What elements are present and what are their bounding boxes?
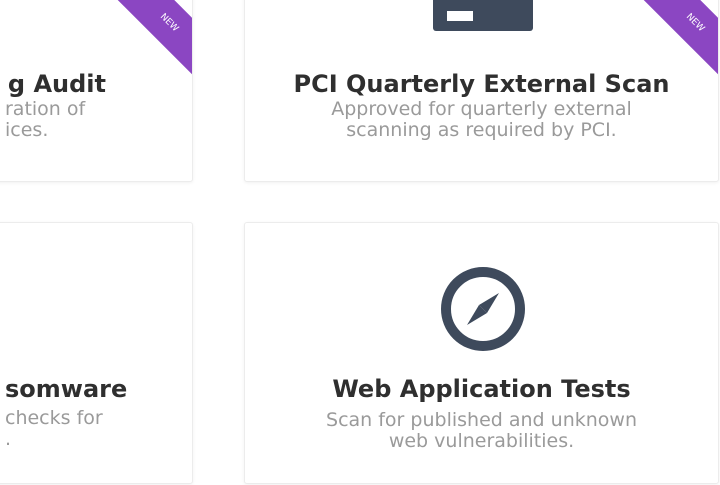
card-description: ration of ices. (0, 99, 192, 141)
card-description-line: checks for (5, 407, 103, 429)
template-card-ransomware[interactable]: somware checks for . (0, 222, 193, 484)
template-card-pci-quarterly-external-scan[interactable]: NEW PCI Quarterly External Scan Approved… (244, 0, 719, 182)
card-description-line: . (5, 428, 12, 450)
card-description-line: scanning as required by PCI. (346, 119, 617, 141)
card-title: somware (5, 375, 128, 403)
template-card-web-application-tests[interactable]: Web Application Tests Scan for published… (244, 222, 719, 484)
card-description-line: ration of (5, 98, 86, 120)
scan-templates-grid: NEW g Audit ration of ices. NEW PCI Quar… (0, 0, 720, 485)
template-card-audit[interactable]: NEW g Audit ration of ices. (0, 0, 193, 182)
card-title: PCI Quarterly External Scan (293, 70, 670, 98)
card-title: Web Application Tests (332, 375, 631, 403)
card-description-line: ices. (5, 119, 49, 141)
card-description: checks for . (0, 408, 192, 450)
card-description-line: Approved for quarterly external (331, 98, 632, 120)
compass-icon (441, 267, 525, 351)
card-description-line: Scan for published and unknown (326, 409, 637, 431)
terminal-icon (433, 0, 533, 31)
card-title: g Audit (7, 70, 106, 98)
card-description: Scan for published and unknown web vulne… (245, 410, 718, 452)
card-description: Approved for quarterly external scanning… (245, 99, 718, 141)
card-description-line: web vulnerabilities. (388, 430, 575, 452)
